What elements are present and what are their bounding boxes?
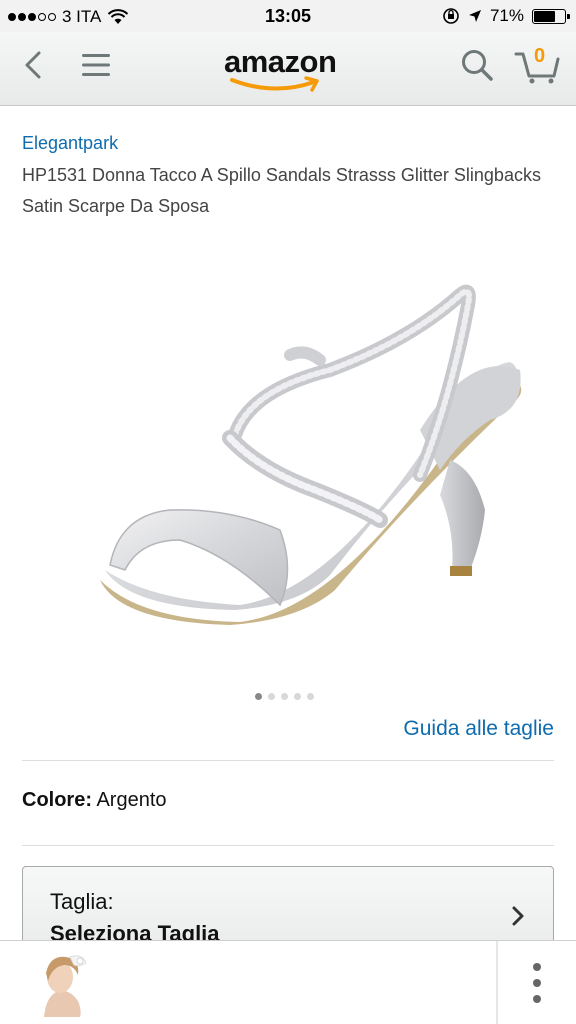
size-guide-link[interactable]: Guida alle taglie bbox=[403, 717, 554, 741]
menu-icon[interactable] bbox=[81, 52, 111, 78]
product-image[interactable] bbox=[80, 270, 540, 640]
divider bbox=[22, 845, 554, 846]
more-vertical-icon[interactable] bbox=[520, 963, 554, 1003]
carousel-dot[interactable] bbox=[307, 693, 314, 700]
search-icon[interactable] bbox=[460, 48, 494, 82]
location-arrow-icon bbox=[468, 10, 481, 22]
bottom-divider bbox=[496, 941, 498, 1024]
amazon-smile-icon bbox=[230, 76, 319, 92]
size-label: Taglia: bbox=[50, 889, 114, 914]
status-indicators: 71% bbox=[442, 6, 570, 26]
divider bbox=[22, 760, 554, 761]
logo-text: amazon bbox=[224, 44, 337, 79]
color-label: Colore: bbox=[22, 789, 92, 811]
rotation-lock-icon bbox=[443, 8, 459, 24]
carousel-dot[interactable] bbox=[255, 693, 262, 700]
amazon-logo[interactable]: amazon bbox=[210, 42, 370, 92]
color-row: Colore: Argento bbox=[22, 789, 167, 812]
battery-percent: 71% bbox=[489, 6, 524, 25]
product-title: HP1531 Donna Tacco A Spillo Sandals Stra… bbox=[22, 165, 541, 216]
recently-viewed-thumbnail[interactable] bbox=[34, 951, 92, 1017]
battery-icon bbox=[532, 8, 570, 24]
nav-bar: amazon 0 bbox=[0, 32, 576, 106]
bottom-bar bbox=[0, 940, 576, 1024]
carousel-dot[interactable] bbox=[294, 693, 301, 700]
brand-link[interactable]: Elegantpark bbox=[22, 133, 118, 154]
status-bar: 3 ITA 13:05 71% bbox=[0, 0, 576, 32]
cart-button[interactable]: 0 bbox=[514, 44, 560, 84]
carousel-dot[interactable] bbox=[281, 693, 288, 700]
color-value: Argento bbox=[96, 789, 167, 811]
image-carousel-dots[interactable] bbox=[255, 693, 314, 700]
chevron-right-icon bbox=[512, 906, 524, 926]
back-icon[interactable] bbox=[22, 50, 44, 80]
carousel-dot[interactable] bbox=[268, 693, 275, 700]
cart-count: 0 bbox=[534, 45, 546, 67]
